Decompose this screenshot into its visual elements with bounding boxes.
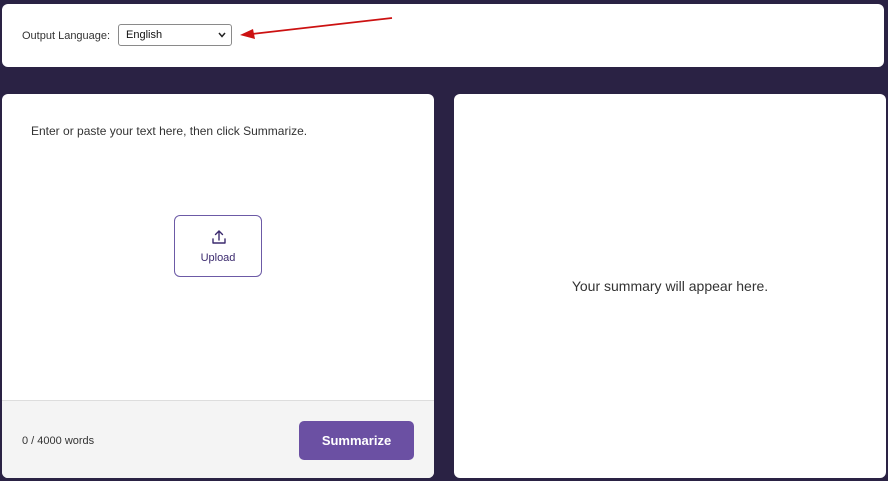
input-footer: 0 / 4000 words Summarize — [2, 400, 434, 478]
output-language-select[interactable]: English — [118, 24, 232, 46]
summarize-button[interactable]: Summarize — [299, 421, 414, 460]
output-language-label: Output Language: — [22, 30, 111, 42]
arrow-annotation-icon — [240, 17, 393, 39]
language-bar: Output Language: English — [2, 4, 884, 67]
input-panel: Enter or paste your text here, then clic… — [2, 94, 434, 478]
upload-label: Upload — [200, 252, 236, 264]
upload-icon — [212, 230, 226, 244]
selected-language: English — [126, 29, 163, 41]
word-count: 0 / 4000 words — [22, 435, 95, 447]
chevron-down-icon — [218, 32, 226, 38]
text-input-area[interactable]: Enter or paste your text here, then clic… — [31, 124, 307, 138]
output-panel: Your summary will appear here. — [454, 94, 886, 478]
upload-button[interactable]: Upload — [174, 215, 262, 277]
summary-placeholder: Your summary will appear here. — [571, 278, 769, 294]
